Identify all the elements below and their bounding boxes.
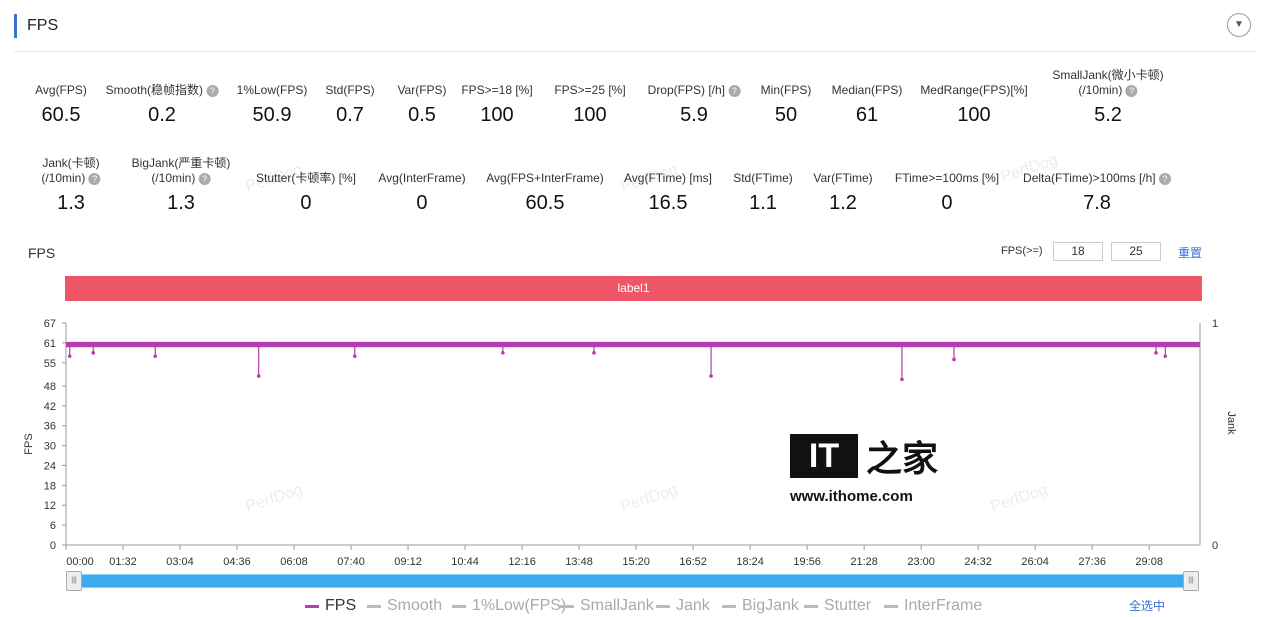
legend-label: InterFrame [904, 597, 983, 614]
y-tick-label: 18 [44, 480, 56, 492]
y-tick-label: 0 [50, 540, 56, 552]
x-tick-label: 29:08 [1135, 556, 1163, 568]
legend-label: Stutter [824, 597, 872, 614]
select-all-button[interactable]: 全选中 [1129, 597, 1165, 614]
y-tick-label: 48 [44, 381, 56, 393]
x-tick-label: 09:12 [394, 556, 422, 568]
legend-swatch [722, 604, 736, 608]
x-tick-label: 04:36 [223, 556, 251, 568]
fps-data-point [67, 354, 72, 358]
fps-data-point [1154, 351, 1158, 355]
fps-data-point [709, 374, 713, 378]
fps-data-point [352, 354, 357, 358]
x-tick-label: 06:08 [280, 556, 308, 568]
x-tick-label: 24:32 [964, 556, 992, 568]
x-tick-label: 00:00 [66, 556, 94, 568]
legend-item-bigjank[interactable]: BigJank [722, 597, 799, 615]
fps-data-point [91, 351, 96, 355]
logo-url: www.ithome.com [790, 488, 913, 505]
legend-label: FPS [325, 597, 357, 614]
y-tick-label: 55 [44, 358, 56, 370]
time-range-slider[interactable] [66, 574, 1190, 588]
slider-handle-right[interactable]: ||| [1183, 571, 1199, 591]
legend-item-jank[interactable]: Jank [656, 597, 710, 615]
fps-data-point [952, 357, 956, 362]
fps-data-point [592, 351, 596, 355]
y-right-tick-label: 0 [1212, 540, 1218, 552]
legend-item-1-low-fps-[interactable]: 1%Low(FPS) [452, 597, 566, 615]
fps-data-point [1163, 354, 1168, 358]
legend-label: SmallJank [580, 597, 654, 614]
y-axis-title: FPS [23, 433, 35, 454]
y-tick-label: 67 [44, 318, 56, 330]
y-tick-label: 24 [44, 460, 56, 472]
y-tick-label: 30 [44, 441, 56, 453]
legend-swatch [804, 604, 818, 608]
x-tick-label: 23:00 [907, 556, 935, 568]
slider-handle-left[interactable]: ||| [66, 571, 82, 591]
fps-data-point [256, 374, 261, 378]
ithome-logo: IT 之家 www.ithome.com [790, 430, 938, 505]
y-right-axis-title: Jank [1225, 411, 1237, 435]
x-tick-label: 27:36 [1078, 556, 1106, 568]
y-tick-label: 6 [50, 520, 56, 532]
x-tick-label: 07:40 [337, 556, 365, 568]
x-tick-label: 12:16 [508, 556, 536, 568]
legend-swatch [367, 604, 381, 608]
x-tick-label: 03:04 [166, 556, 194, 568]
legend-label: Jank [676, 597, 710, 614]
fps-data-point [501, 351, 505, 355]
x-tick-label: 01:32 [109, 556, 137, 568]
x-tick-label: 21:28 [850, 556, 878, 568]
y-tick-label: 61 [44, 338, 56, 350]
fps-data-point [900, 377, 904, 382]
legend-swatch [656, 604, 670, 608]
y-tick-label: 42 [44, 401, 56, 413]
y-tick-label: 12 [44, 500, 56, 512]
legend-label: 1%Low(FPS) [472, 597, 567, 614]
legend-label: BigJank [742, 597, 799, 614]
x-tick-label: 10:44 [451, 556, 479, 568]
y-right-tick-label: 1 [1212, 318, 1218, 330]
fps-series-band [66, 341, 1200, 348]
legend-label: Smooth [387, 597, 443, 614]
legend-swatch [560, 604, 574, 608]
legend-item-smooth[interactable]: Smooth [367, 597, 442, 615]
legend-swatch [884, 604, 898, 608]
x-tick-label: 13:48 [565, 556, 593, 568]
legend-item-stutter[interactable]: Stutter [804, 597, 871, 615]
legend-swatch [305, 604, 319, 608]
x-tick-label: 16:52 [679, 556, 707, 568]
legend-item-interframe[interactable]: InterFrame [884, 597, 982, 615]
x-tick-label: 26:04 [1021, 556, 1049, 568]
legend-item-smalljank[interactable]: SmallJank [560, 597, 654, 615]
x-tick-label: 18:24 [736, 556, 764, 568]
legend-swatch [452, 604, 466, 608]
x-tick-label: 15:20 [622, 556, 650, 568]
legend-item-fps[interactable]: FPS [305, 597, 356, 615]
y-tick-label: 36 [44, 421, 56, 433]
fps-data-point [153, 354, 158, 358]
fps-chart: 0 6 12 18 24 30 36 42 48 55 61 67 0 1 00:00 01:32 03:04 0… [23, 318, 1237, 568]
x-tick-label: 19:56 [793, 556, 821, 568]
